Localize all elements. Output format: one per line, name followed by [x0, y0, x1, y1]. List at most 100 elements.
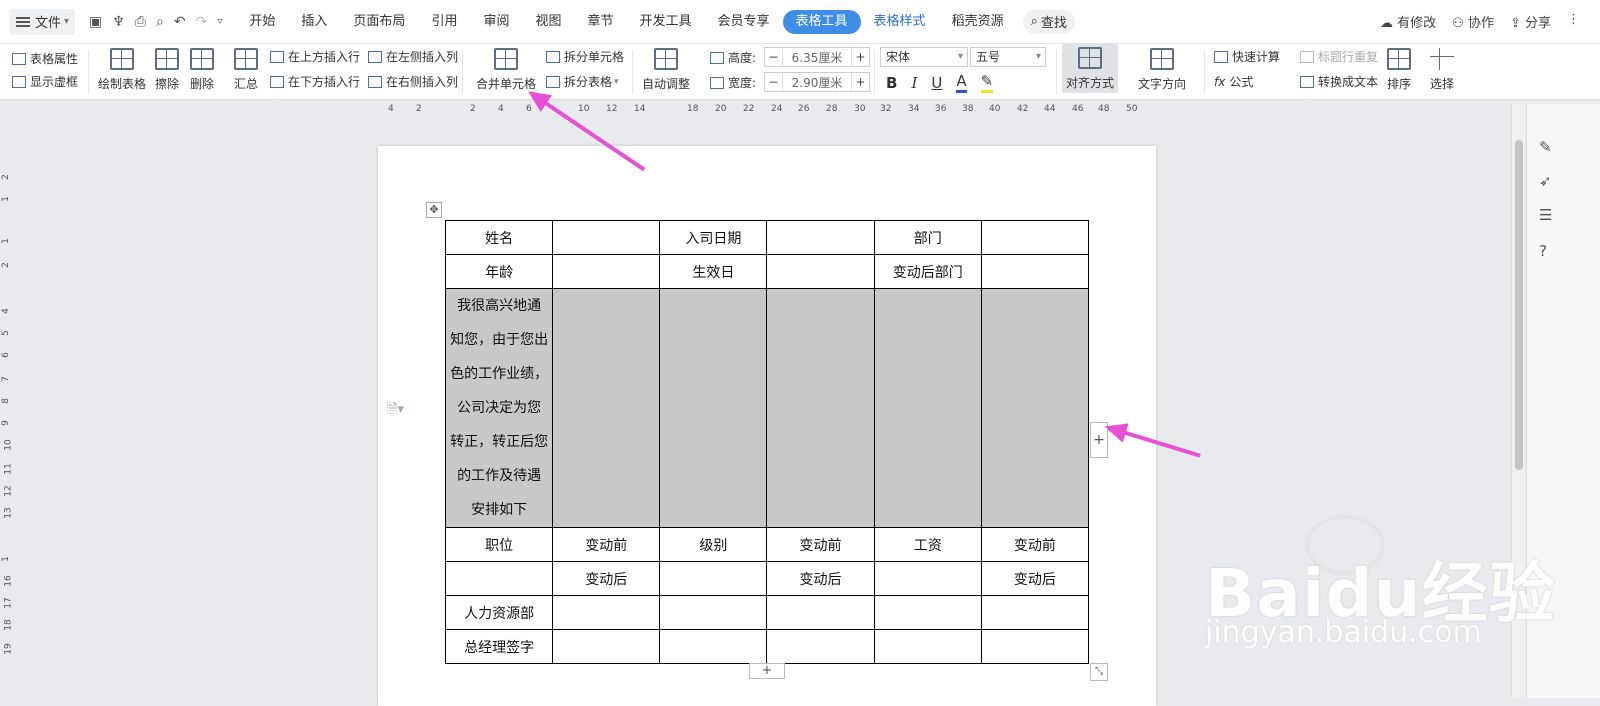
bold-icon[interactable]: B	[886, 74, 897, 92]
table-cell[interactable]: 部门	[873, 220, 982, 255]
summary-button[interactable]: 汇总	[234, 48, 258, 92]
help-icon[interactable]: ?	[1539, 242, 1547, 260]
tab-developer[interactable]: 开发工具	[627, 10, 705, 34]
tab-member[interactable]: 会员专享	[705, 10, 783, 34]
show-gridlines-button[interactable]: 显示虚框	[12, 73, 78, 90]
document-icon[interactable]: 🗎▾	[387, 400, 404, 422]
table-resize-handle-icon[interactable]: ⤡	[1090, 663, 1108, 681]
table-cell[interactable]	[980, 254, 1090, 289]
table-cell[interactable]	[766, 220, 875, 255]
selected-cell[interactable]	[659, 288, 768, 528]
insert-row-above-button[interactable]: 在上方插入行	[270, 48, 360, 65]
width-stepper[interactable]: −2.90厘米 +	[764, 72, 870, 92]
draw-table-button[interactable]: 绘制表格	[98, 48, 146, 92]
selected-cell[interactable]	[552, 288, 661, 528]
auto-fit-button[interactable]: 自动调整	[642, 48, 690, 92]
table-cell[interactable]	[552, 629, 661, 664]
table-cell[interactable]: 总经理签字	[444, 629, 554, 664]
tab-review[interactable]: 审阅	[470, 10, 522, 34]
print-icon[interactable]: ⎙	[135, 14, 146, 30]
table-cell[interactable]	[552, 220, 661, 255]
notice-text-cell[interactable]: 我很高兴地通 知您，由于您出 色的工作业绩， 公司决定为您 转正，转正后您 的工…	[444, 288, 554, 528]
modified-button[interactable]: ☁ 有修改	[1380, 12, 1436, 31]
format-painter-icon[interactable]: ♆	[112, 14, 125, 30]
insert-row-below-button[interactable]: 在下方插入行	[270, 73, 360, 90]
share-button[interactable]: ⇪ 分享	[1510, 12, 1551, 31]
table-cell[interactable]	[659, 629, 768, 664]
table-cell[interactable]	[980, 220, 1090, 255]
table-cell[interactable]	[766, 254, 875, 289]
scrollbar-thumb[interactable]	[1515, 140, 1523, 470]
tab-table-style[interactable]: 表格样式	[861, 10, 939, 34]
split-cells-button[interactable]: 拆分单元格	[546, 48, 624, 65]
table-cell[interactable]: 变动前	[980, 527, 1090, 562]
table-move-handle-icon[interactable]: ✥	[426, 202, 442, 218]
height-decrease-button[interactable]: −	[765, 48, 783, 66]
table-cell[interactable]	[980, 629, 1090, 664]
merge-cells-button[interactable]: 合并单元格	[476, 48, 536, 92]
highlight-icon[interactable]: ✎	[980, 72, 994, 93]
underline-icon[interactable]: U	[931, 74, 942, 92]
height-increase-button[interactable]: +	[851, 48, 869, 66]
tab-home[interactable]: 开始	[236, 10, 288, 34]
title-repeat-button[interactable]: 标题行重复	[1300, 48, 1378, 65]
align-button[interactable]: 对齐方式	[1062, 44, 1119, 93]
table-cell[interactable]: 变动后	[552, 561, 661, 596]
text-direction-button[interactable]: 文字方向	[1138, 48, 1186, 92]
convert-to-text-button[interactable]: 转换成文本	[1300, 73, 1378, 90]
table-cell[interactable]: 变动前	[552, 527, 661, 562]
table-cell[interactable]	[873, 629, 982, 664]
table-cell[interactable]	[552, 254, 661, 289]
insert-col-right-button[interactable]: 在右侧插入列	[368, 73, 458, 90]
select-button[interactable]: 选择	[1430, 48, 1454, 92]
width-increase-button[interactable]: +	[851, 73, 869, 91]
search-box[interactable]: ⌕ 查找	[1022, 9, 1075, 34]
tab-section[interactable]: 章节	[574, 10, 626, 34]
pen-icon[interactable]: ✎	[1539, 138, 1552, 156]
table-cell[interactable]	[980, 595, 1090, 630]
table-cell[interactable]	[552, 595, 661, 630]
collaborate-button[interactable]: ⚇ 协作	[1452, 12, 1494, 31]
table-cell[interactable]	[659, 595, 768, 630]
table-cell[interactable]: 年龄	[444, 254, 554, 289]
table-cell[interactable]	[766, 595, 875, 630]
settings-sliders-icon[interactable]: ☰	[1539, 206, 1552, 224]
table-cell[interactable]: 姓名	[444, 220, 554, 255]
table-cell[interactable]: 职位	[444, 527, 554, 562]
table-cell[interactable]	[873, 595, 982, 630]
file-menu-button[interactable]: 文件 ▾	[10, 8, 76, 35]
add-row-button[interactable]: +	[749, 663, 785, 679]
table-properties-button[interactable]: 表格属性	[12, 50, 78, 67]
height-value[interactable]: 6.35厘米	[783, 49, 851, 66]
table-cell[interactable]: 变动前	[766, 527, 875, 562]
width-decrease-button[interactable]: −	[765, 73, 783, 91]
table-cell[interactable]: 入司日期	[659, 220, 768, 255]
selected-cell[interactable]	[980, 288, 1090, 528]
undo-icon[interactable]: ↶	[174, 14, 186, 30]
table-cell[interactable]: 变动后	[766, 561, 875, 596]
table-cell[interactable]: 生效日	[659, 254, 768, 289]
tab-insert[interactable]: 插入	[288, 10, 340, 34]
delete-button[interactable]: 删除	[190, 48, 214, 92]
tab-docer-resources[interactable]: 稻壳资源	[939, 10, 1017, 34]
insert-col-left-button[interactable]: 在左侧插入列	[368, 48, 458, 65]
selected-cell[interactable]	[873, 288, 982, 528]
italic-icon[interactable]: I	[911, 74, 917, 92]
save-icon[interactable]: ▣	[89, 14, 102, 30]
customize-toolbar-icon[interactable]: ▿	[217, 16, 222, 27]
table-cell[interactable]	[444, 561, 554, 596]
quick-calc-button[interactable]: 快速计算	[1214, 48, 1280, 65]
font-select[interactable]: 宋体	[880, 47, 968, 67]
tab-references[interactable]: 引用	[418, 10, 470, 34]
height-stepper[interactable]: −6.35厘米 +	[764, 47, 870, 67]
tab-page-layout[interactable]: 页面布局	[340, 10, 418, 34]
vertical-ruler[interactable]: 2 1 1 2 4 5 6 7 8 9 10 11 12 13 1 16 17 …	[0, 118, 14, 698]
table-cell[interactable]: 级别	[659, 527, 768, 562]
redo-icon[interactable]: ↷	[196, 14, 208, 30]
print-preview-icon[interactable]: ⌕	[156, 14, 164, 30]
table-cell[interactable]: 人力资源部	[444, 595, 554, 630]
pointer-icon[interactable]: ➶	[1539, 172, 1552, 190]
erase-button[interactable]: 擦除	[155, 48, 179, 92]
table-cell[interactable]	[873, 561, 982, 596]
document-table[interactable]: 姓名 入司日期 部门 年龄 生效日 变动后部门 我很高兴地通 知您，由于您出 色…	[444, 220, 1090, 664]
